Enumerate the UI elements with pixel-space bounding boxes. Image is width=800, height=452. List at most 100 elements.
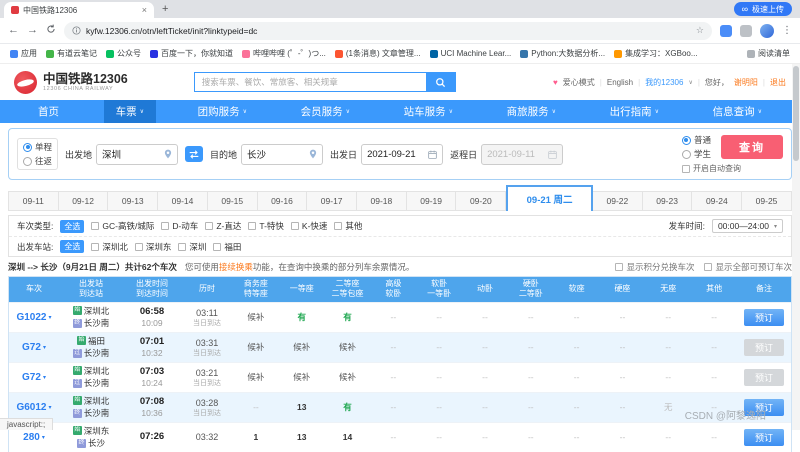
date-tab[interactable]: 09-11: [8, 191, 59, 211]
column-line1: 高级: [370, 279, 416, 289]
passenger-type-radio[interactable]: 普通: [682, 134, 711, 146]
train-number-link[interactable]: G72: [22, 342, 41, 353]
select-all-train-types-button[interactable]: 全选: [60, 220, 84, 233]
expand-icon[interactable]: [42, 434, 45, 441]
bookmark-item[interactable]: 应用: [10, 48, 37, 59]
reading-list-button[interactable]: 阅读清单: [747, 48, 790, 59]
nav-item[interactable]: 会员服务: [289, 100, 362, 123]
nav-item[interactable]: 站车服务: [392, 100, 465, 123]
train-type-checkbox[interactable]: Z-直达: [205, 220, 241, 232]
date-tab[interactable]: 09-14: [158, 191, 208, 211]
date-tab[interactable]: 09-23: [643, 191, 693, 211]
filter-box: 车次类型: 全选 GC-高铁/城际 D-动车 Z-直达 T-特快: [8, 215, 792, 257]
date-tab[interactable]: 09-12: [59, 191, 109, 211]
tab-close-icon[interactable]: ×: [142, 6, 147, 15]
auto-query-checkbox[interactable]: 开启自动查询: [682, 163, 741, 174]
transfer-link[interactable]: 接续换乘: [219, 262, 253, 272]
train-type-checkbox[interactable]: 其他: [334, 220, 362, 232]
to-station-input[interactable]: 长沙: [241, 144, 323, 165]
nav-item[interactable]: 商旅服务: [495, 100, 568, 123]
train-type-checkbox[interactable]: GC-高铁/城际: [91, 220, 154, 232]
date-tab[interactable]: 09-25: [742, 191, 792, 211]
page-scrollbar[interactable]: [792, 64, 800, 430]
book-button[interactable]: 预订: [744, 429, 784, 446]
bookmark-item[interactable]: (1条消息) 文章管理...: [335, 48, 421, 59]
date-tab[interactable]: 09-22: [593, 191, 643, 211]
train-number-link[interactable]: 280: [23, 432, 40, 443]
points-trains-checkbox[interactable]: 显示积分兑换车次: [615, 261, 694, 273]
forward-icon[interactable]: →: [27, 25, 38, 36]
extension-icon-2[interactable]: [740, 25, 752, 37]
extension-icon[interactable]: [720, 25, 732, 37]
nav-item-label: 会员服务: [301, 104, 343, 119]
bookmark-item[interactable]: 公众号: [106, 48, 141, 59]
nav-item[interactable]: 出行指南: [598, 100, 671, 123]
extension-overlay-badge[interactable]: ∞ 极速上传: [734, 2, 792, 16]
book-button[interactable]: 预订: [744, 369, 784, 386]
train-number-link[interactable]: G72: [22, 372, 41, 383]
depart-station-checkbox[interactable]: 深圳北: [91, 241, 128, 253]
care-mode-link[interactable]: 爱心模式: [563, 77, 595, 88]
bookmark-star-icon[interactable]: ☆: [696, 25, 704, 36]
bookmark-item[interactable]: Python:大数据分析...: [520, 48, 605, 59]
nav-item[interactable]: 车票: [104, 100, 156, 123]
logout-link[interactable]: 退出: [770, 77, 786, 88]
date-tab[interactable]: 09-13: [108, 191, 158, 211]
back-icon[interactable]: ←: [8, 25, 19, 36]
bookmark-item[interactable]: 有道云笔记: [46, 48, 97, 59]
bookable-trains-checkbox[interactable]: 显示全部可预订车次: [704, 261, 792, 273]
date-tab[interactable]: 09-19: [407, 191, 457, 211]
swap-stations-button[interactable]: [185, 146, 203, 162]
return-date-input[interactable]: 2021-09-11: [481, 144, 563, 165]
expand-icon[interactable]: [43, 374, 46, 381]
site-search-button[interactable]: [426, 72, 456, 92]
trip-type-radio[interactable]: 单程: [23, 141, 52, 153]
train-number-link[interactable]: G1022: [16, 312, 46, 323]
depart-time-select[interactable]: 00:00—24:00: [712, 219, 783, 233]
site-logo[interactable]: 中国铁路12306 12306 CHINA RAILWAY: [14, 71, 128, 94]
train-number-link[interactable]: G6012: [16, 402, 46, 413]
my-12306-link[interactable]: 我的12306: [645, 77, 683, 88]
nav-item[interactable]: 首页: [26, 100, 74, 123]
train-type-checkbox[interactable]: K-快速: [291, 220, 328, 232]
english-link[interactable]: English: [607, 78, 633, 87]
date-tab[interactable]: 09-16: [258, 191, 308, 211]
date-tab[interactable]: 09-24: [692, 191, 742, 211]
date-tab[interactable]: 09-18: [357, 191, 407, 211]
select-all-stations-button[interactable]: 全选: [60, 240, 84, 253]
url-field[interactable]: kyfw.12306.cn/otn/leftTicket/init?linkty…: [64, 22, 712, 40]
bookmark-item[interactable]: UCI Machine Lear...: [430, 49, 512, 58]
nav-item[interactable]: 团购服务: [186, 100, 259, 123]
date-tab[interactable]: 09-21 周二: [506, 185, 593, 211]
bookmark-item[interactable]: 集成学习：XGBoo...: [614, 48, 697, 59]
from-station-input[interactable]: 深圳: [96, 144, 178, 165]
expand-icon[interactable]: [49, 314, 52, 321]
browser-menu-icon[interactable]: ⋮: [782, 25, 792, 36]
bookmark-item[interactable]: 哔哩哔哩 (゜-゜)つ...: [242, 48, 326, 59]
date-tab[interactable]: 09-17: [307, 191, 357, 211]
book-button[interactable]: 预订: [744, 309, 784, 326]
query-button[interactable]: 查询: [721, 135, 783, 159]
site-search-input[interactable]: [194, 72, 426, 92]
depart-date-input[interactable]: 2021-09-21: [361, 144, 443, 165]
date-tab[interactable]: 09-15: [208, 191, 258, 211]
passenger-type-radio[interactable]: 学生: [682, 148, 711, 160]
trip-type-radio[interactable]: 往返: [23, 155, 52, 167]
new-tab-button[interactable]: +: [162, 4, 168, 15]
expand-icon[interactable]: [43, 344, 46, 351]
scrollbar-thumb[interactable]: [793, 66, 799, 161]
bookmark-item[interactable]: 百度一下，你就知道: [150, 48, 233, 59]
refresh-icon[interactable]: [46, 24, 56, 37]
expand-icon[interactable]: [49, 404, 52, 411]
depart-station-checkbox[interactable]: 深圳: [178, 241, 206, 253]
depart-station-checkbox[interactable]: 福田: [213, 241, 241, 253]
train-type-checkbox[interactable]: T-特快: [248, 220, 284, 232]
profile-avatar[interactable]: [760, 24, 774, 38]
username-link[interactable]: 谢明阳: [734, 77, 758, 88]
book-button[interactable]: 预订: [744, 339, 784, 356]
browser-tab[interactable]: 中国铁路12306 ×: [4, 2, 154, 18]
depart-station-checkbox[interactable]: 深圳东: [135, 241, 172, 253]
nav-item[interactable]: 信息查询: [701, 100, 774, 123]
train-type-checkbox[interactable]: D-动车: [161, 220, 198, 232]
date-tab[interactable]: 09-20: [456, 191, 506, 211]
